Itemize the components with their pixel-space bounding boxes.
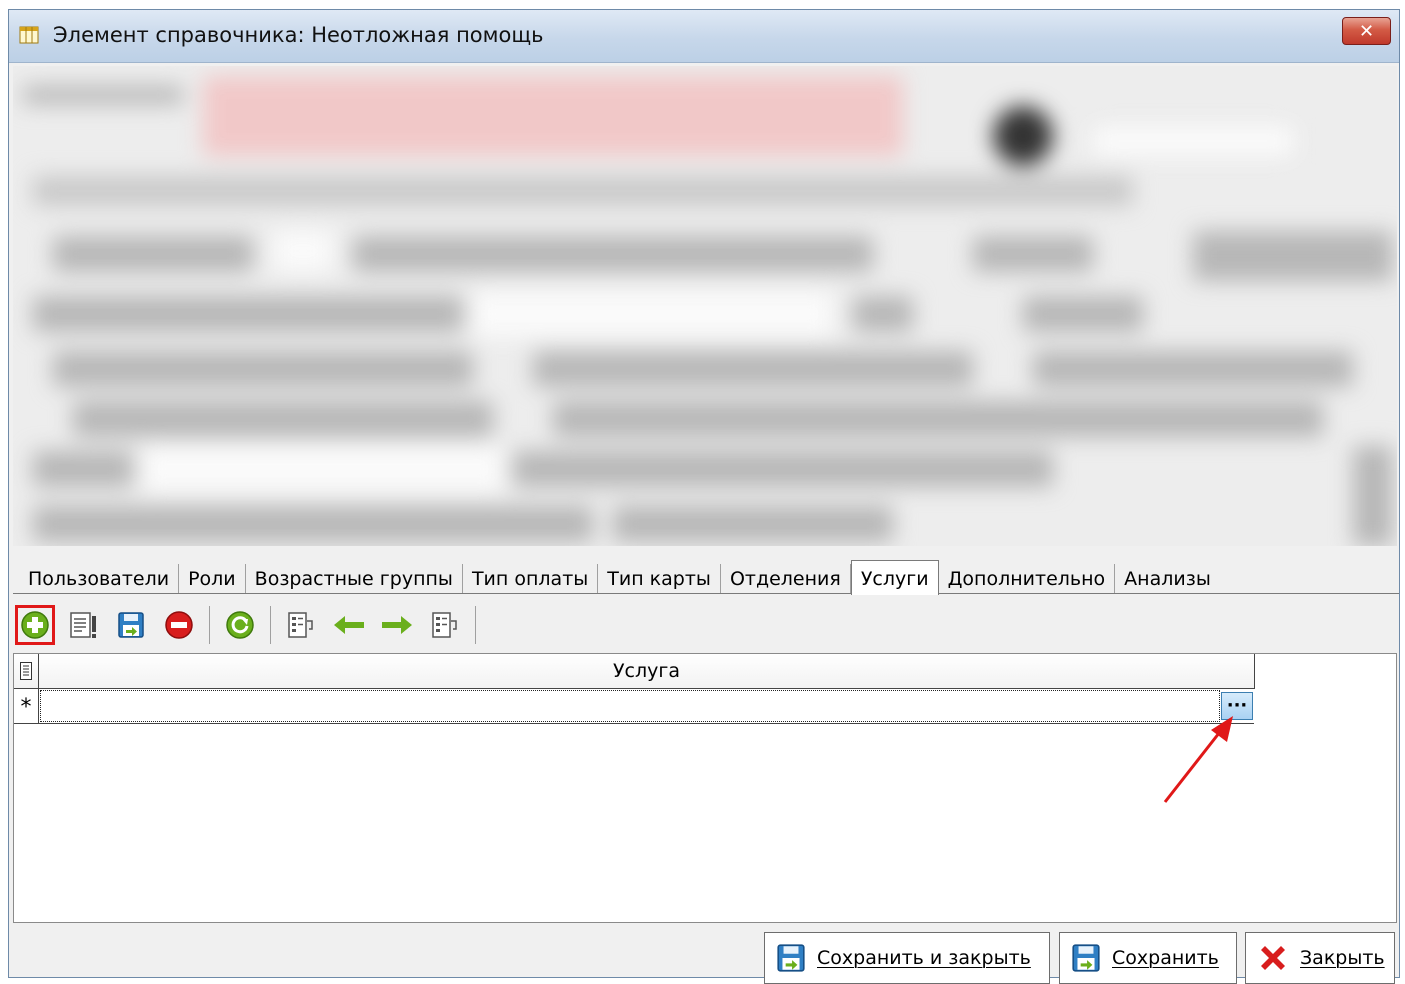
save-icon xyxy=(1072,944,1100,972)
window-close-button[interactable]: ✕ xyxy=(1342,17,1391,45)
toolbar-separator xyxy=(209,606,210,644)
save-icon xyxy=(118,612,144,638)
refresh-button[interactable] xyxy=(220,605,260,645)
grid-header: Услуга xyxy=(14,654,1255,689)
close-icon: ✕ xyxy=(1358,20,1375,42)
arrow-left-icon xyxy=(334,616,364,634)
move-left-button[interactable] xyxy=(329,605,369,645)
tab-card-type[interactable]: Тип карты xyxy=(598,564,721,594)
edit-button[interactable] xyxy=(63,605,103,645)
tab-users[interactable]: Пользователи xyxy=(19,564,180,594)
new-row-indicator: * xyxy=(14,689,39,723)
save-and-close-button[interactable]: Сохранить и закрыть xyxy=(764,932,1050,984)
list-icon xyxy=(20,662,32,680)
move-out-icon xyxy=(432,612,457,638)
add-icon xyxy=(21,611,49,639)
tab-roles[interactable]: Роли xyxy=(179,564,246,594)
move-in-icon xyxy=(288,612,313,638)
tab-additional[interactable]: Дополнительно xyxy=(939,564,1116,594)
delete-button[interactable] xyxy=(159,605,199,645)
refresh-icon xyxy=(226,611,254,639)
close-label: Закрыть xyxy=(1300,947,1385,969)
tab-services[interactable]: Услуги xyxy=(850,560,939,595)
blurred-form-area xyxy=(13,66,1397,546)
toolbar-separator xyxy=(270,606,271,644)
save-label: Сохранить xyxy=(1112,947,1219,969)
add-button[interactable] xyxy=(15,605,55,645)
toolbar-separator xyxy=(475,606,476,644)
close-icon xyxy=(1261,946,1285,970)
tab-strip: Пользователи Роли Возрастные группы Тип … xyxy=(19,560,1220,595)
service-cell-input[interactable] xyxy=(40,690,1220,722)
move-in-button[interactable] xyxy=(281,605,321,645)
save-footer-button[interactable]: Сохранить xyxy=(1059,932,1237,984)
tab-departments[interactable]: Отделения xyxy=(721,564,851,594)
save-icon xyxy=(777,944,805,972)
tab-age-groups[interactable]: Возрастные группы xyxy=(246,564,463,594)
title-bar[interactable]: Элемент справочника: Неотложная помощь ✕ xyxy=(9,10,1399,63)
window-title: Элемент справочника: Неотложная помощь xyxy=(53,23,544,47)
new-row[interactable]: * ··· xyxy=(14,689,1254,724)
tab-payment-type[interactable]: Тип оплаты xyxy=(463,564,599,594)
column-header-service[interactable]: Услуга xyxy=(39,654,1254,688)
save-and-close-label: Сохранить и закрыть xyxy=(817,947,1031,969)
delete-icon xyxy=(165,611,193,639)
arrow-right-icon xyxy=(382,616,412,634)
annotation-arrow-icon xyxy=(1163,716,1233,803)
save-button[interactable] xyxy=(111,605,151,645)
close-footer-button[interactable]: Закрыть xyxy=(1245,932,1395,984)
tab-analyses[interactable]: Анализы xyxy=(1115,564,1220,594)
edit-icon xyxy=(70,612,96,638)
move-right-button[interactable] xyxy=(377,605,417,645)
column-chooser-button[interactable] xyxy=(14,654,39,688)
table-icon xyxy=(19,26,39,44)
grid-toolbar xyxy=(15,600,486,650)
tab-divider xyxy=(13,593,1399,594)
move-out-button[interactable] xyxy=(425,605,465,645)
dialog-window: Элемент справочника: Неотложная помощь ✕ xyxy=(8,9,1400,984)
